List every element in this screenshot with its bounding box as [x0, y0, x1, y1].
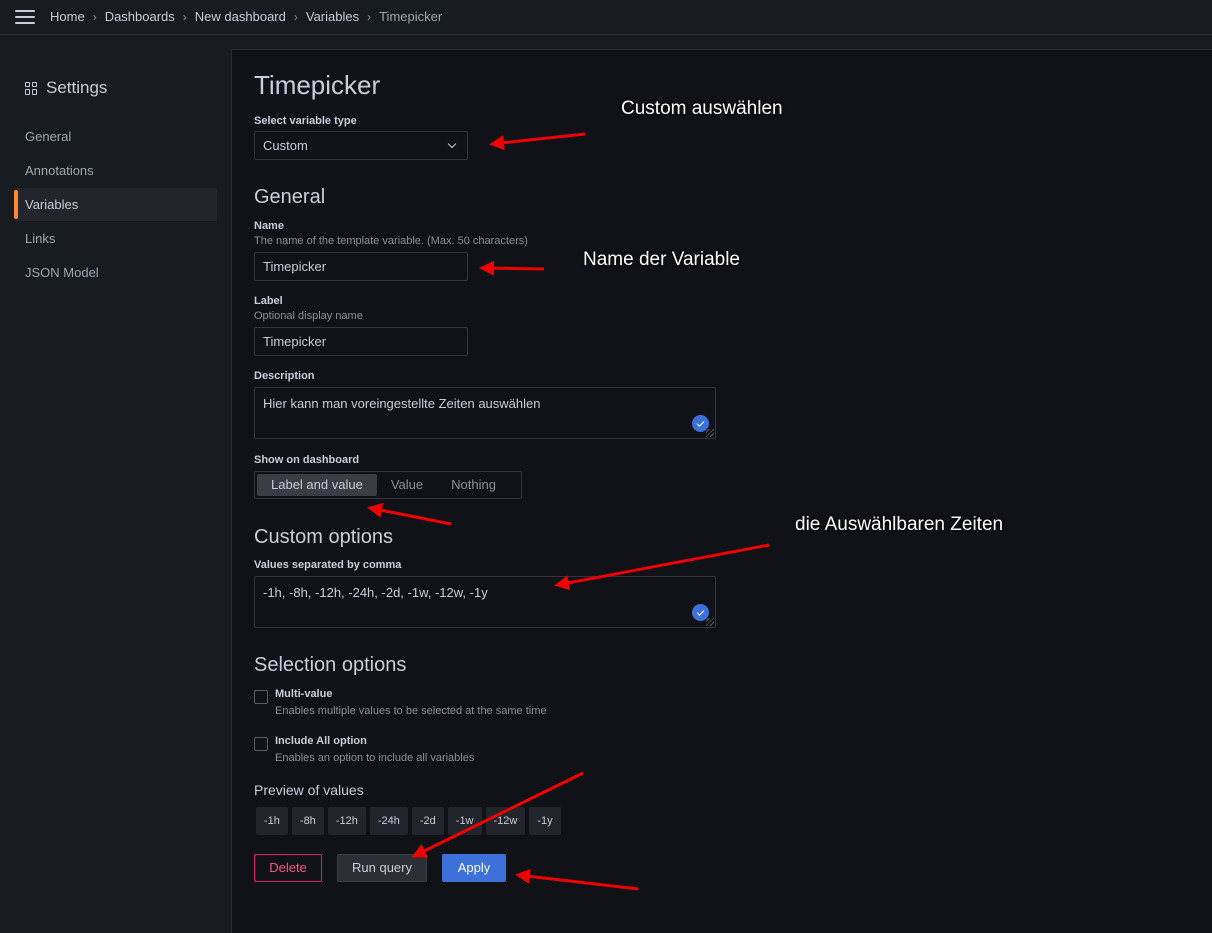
menu-icon[interactable] [15, 10, 35, 24]
radio-label-and-value[interactable]: Label and value [257, 474, 377, 496]
show-on-dashboard-radio: Label and value Value Nothing [254, 471, 522, 499]
values-textarea[interactable]: -1h, -8h, -12h, -24h, -2d, -1w, -12w, -1… [254, 576, 716, 628]
radio-nothing[interactable]: Nothing [437, 474, 510, 496]
sidebar-item-variables[interactable]: Variables [14, 188, 217, 221]
radio-value[interactable]: Value [377, 474, 437, 496]
label-input[interactable]: Timepicker [254, 327, 468, 356]
breadcrumb: Home › Dashboards › New dashboard › Vari… [50, 9, 442, 24]
name-description: The name of the template variable. (Max.… [254, 235, 528, 247]
preview-value-chip: -12w [485, 807, 526, 835]
preview-value-chip: -24h [369, 807, 408, 835]
chevron-down-icon [447, 139, 457, 149]
preview-values: -1h -8h -12h -24h -2d -1w -12w -1y [256, 807, 565, 835]
delete-button[interactable]: Delete [254, 854, 322, 882]
label-input-value: Timepicker [263, 334, 327, 349]
sidebar-item-annotations[interactable]: Annotations [14, 154, 217, 187]
name-input[interactable]: Timepicker [254, 252, 468, 281]
annotation-times: die Auswählbaren Zeiten [795, 514, 1004, 535]
breadcrumb-new-dashboard[interactable]: New dashboard [195, 9, 286, 24]
show-on-dashboard-label: Show on dashboard [254, 454, 360, 466]
name-label: Name [254, 220, 284, 232]
settings-title-label: Settings [46, 78, 108, 97]
resize-handle[interactable] [706, 429, 714, 437]
chevron-right-icon: › [92, 9, 97, 24]
settings-title: Settings [25, 78, 107, 98]
variable-type-select[interactable]: Custom [254, 131, 468, 160]
general-heading: General [254, 186, 326, 208]
description-value: Hier kann man voreingestellte Zeiten aus… [263, 396, 541, 411]
selection-options-heading: Selection options [254, 654, 407, 676]
variable-type-value: Custom [263, 138, 308, 153]
label-description: Optional display name [254, 310, 363, 322]
variable-type-label: Select variable type [254, 115, 357, 127]
multi-value-option: Multi-value Enables multiple values to b… [254, 688, 546, 717]
name-input-value: Timepicker [263, 259, 327, 274]
preview-value-chip: -1y [529, 807, 561, 835]
breadcrumb-current: Timepicker [379, 9, 443, 24]
sidebar-item-general[interactable]: General [14, 120, 217, 153]
annotation-name: Name der Variable [583, 249, 741, 270]
preview-value-chip: -12h [327, 807, 366, 835]
preview-value-chip: -1h [256, 807, 288, 835]
settings-sidebar: Settings General Annotations Variables L… [0, 36, 231, 933]
label-label: Label [254, 295, 283, 307]
breadcrumb-home[interactable]: Home [50, 9, 85, 24]
page-title: Timepicker [254, 70, 381, 100]
description-label: Description [254, 370, 315, 382]
values-value: -1h, -8h, -12h, -24h, -2d, -1w, -12w, -1… [263, 585, 488, 600]
sidebar-item-json-model[interactable]: JSON Model [14, 256, 217, 289]
preview-value-chip: -2d [411, 807, 444, 835]
include-all-option: Include All option Enables an option to … [254, 735, 474, 764]
values-label: Values separated by comma [254, 559, 402, 571]
chevron-right-icon: › [293, 9, 298, 24]
preview-value-chip: -8h [291, 807, 324, 835]
top-bar: Home › Dashboards › New dashboard › Vari… [0, 0, 1212, 35]
breadcrumb-dashboards[interactable]: Dashboards [105, 9, 175, 24]
multi-value-checkbox[interactable] [254, 690, 268, 704]
preview-heading: Preview of values [254, 782, 364, 798]
include-all-checkbox[interactable] [254, 737, 268, 751]
multi-value-label: Multi-value [275, 688, 333, 700]
preview-value-chip: -1w [447, 807, 482, 835]
sidebar-item-links[interactable]: Links [14, 222, 217, 255]
include-all-description: Enables an option to include all variabl… [275, 752, 475, 764]
apply-button[interactable]: Apply [442, 854, 506, 882]
description-textarea[interactable]: Hier kann man voreingestellte Zeiten aus… [254, 387, 716, 439]
custom-options-heading: Custom options [254, 526, 393, 548]
chevron-right-icon: › [182, 9, 187, 24]
annotation-custom: Custom auswählen [621, 98, 783, 119]
multi-value-description: Enables multiple values to be selected a… [275, 705, 547, 717]
chevron-right-icon: › [367, 9, 372, 24]
run-query-button[interactable]: Run query [337, 854, 427, 882]
include-all-label: Include All option [275, 735, 367, 747]
resize-handle[interactable] [706, 618, 714, 626]
breadcrumb-variables[interactable]: Variables [306, 9, 359, 24]
apps-icon [25, 81, 38, 95]
